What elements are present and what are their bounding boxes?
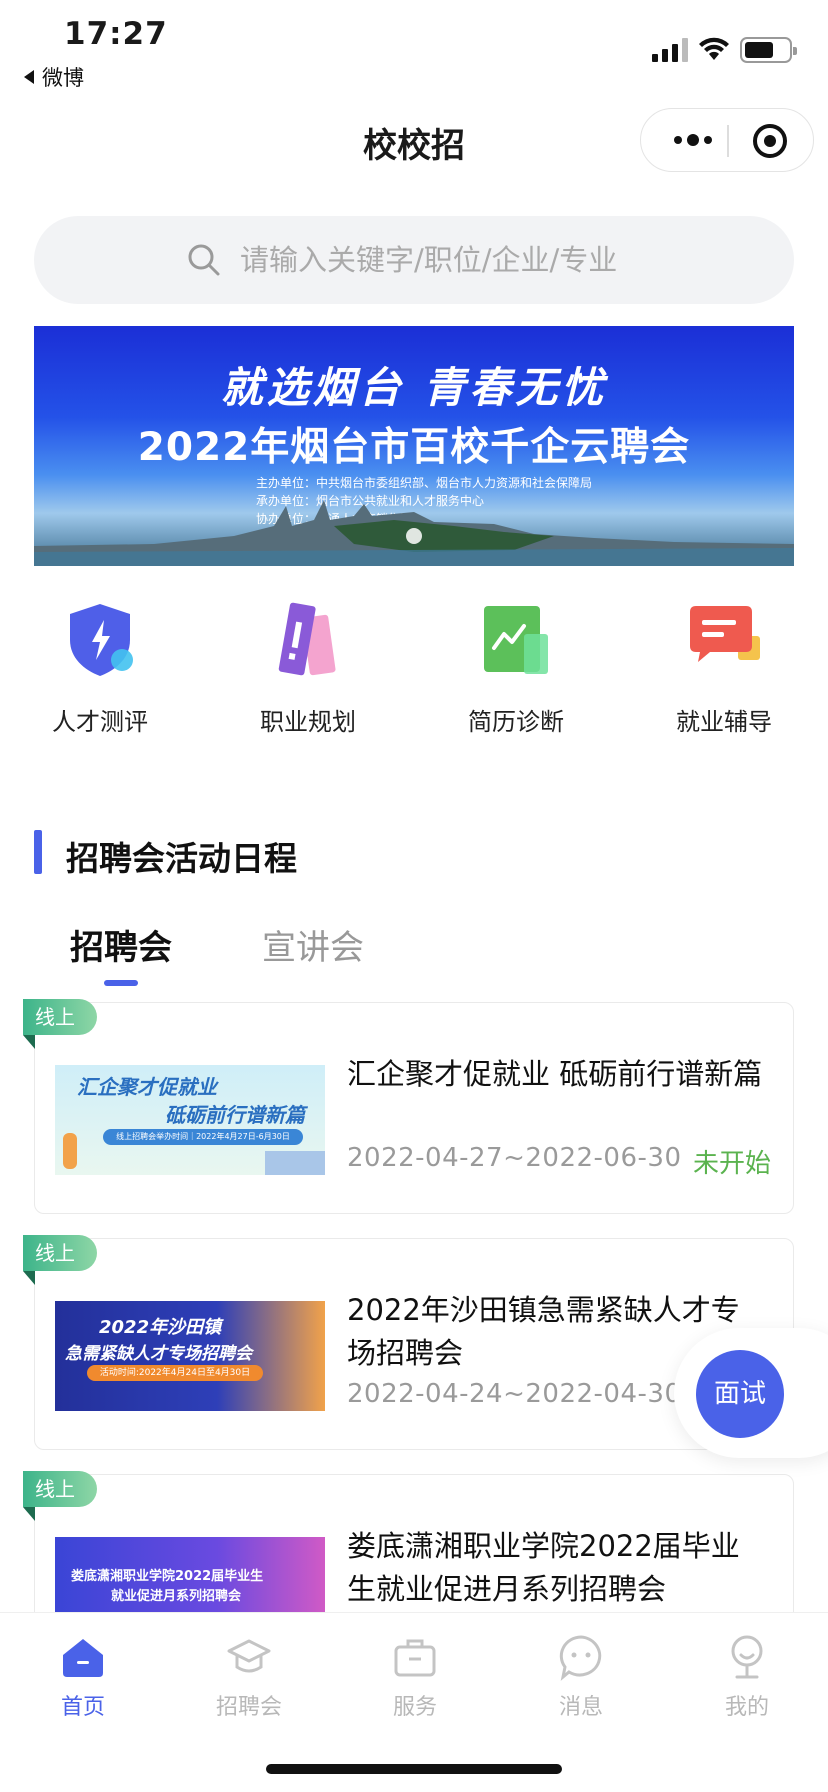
thumb-line: 活动时间:2022年4月24日至4月30日 (87, 1365, 263, 1381)
tabbar-item-home[interactable]: 首页 (0, 1623, 166, 1721)
interview-float-button[interactable]: 面试 (696, 1350, 784, 1438)
job-fair-card[interactable]: 线上 汇企聚才促就业 砥砺前行谱新篇 线上招聘会举办时间｜2022年4月27日-… (23, 999, 794, 1214)
thumb-line: 汇企聚才促就业 (77, 1075, 217, 1099)
quick-entry-label: 人才测评 (52, 708, 148, 736)
search-bar[interactable] (34, 216, 794, 304)
banner-page-dot[interactable] (406, 528, 422, 544)
tabbar-item-job-fair[interactable]: 招聘会 (166, 1623, 332, 1721)
tabbar-label: 招聘会 (215, 1695, 282, 1720)
quick-entry-career-plan[interactable]: 职业规划 (218, 600, 398, 737)
status-bar: 17:27 微博 (0, 0, 828, 92)
city-illustration (265, 1151, 325, 1175)
job-fair-thumbnail: 汇企聚才促就业 砥砺前行谱新篇 线上招聘会举办时间｜2022年4月27日-6月3… (55, 1065, 325, 1175)
home-indicator (266, 1764, 562, 1774)
person-illustration (63, 1133, 77, 1169)
tab-job-fair[interactable]: 招聘会 (70, 920, 172, 969)
quick-entry-label: 职业规划 (260, 708, 356, 736)
search-input[interactable] (240, 238, 720, 282)
more-options-icon[interactable] (663, 119, 723, 161)
shield-bolt-icon (62, 600, 138, 680)
job-fair-thumbnail: 2022年沙田镇 急需紧缺人才专场招聘会 活动时间:2022年4月24日至4月3… (55, 1301, 325, 1411)
thumb-line: 2022年沙田镇 (99, 1317, 222, 1338)
status-badge: 未开始 (692, 1149, 771, 1179)
job-fair-date: 2022-04-24~2022-04-30 (347, 1379, 682, 1409)
tabbar-item-messages[interactable]: 消息 (498, 1623, 664, 1721)
resume-chart-icon (478, 600, 554, 680)
quick-entry-talent-assessment[interactable]: 人才测评 (10, 600, 190, 737)
online-tag-label: 线上 (23, 1235, 97, 1271)
battery-icon (740, 37, 797, 63)
quick-entry-grid: 人才测评 职业规划 简历诊断 就业辅导 (0, 600, 828, 750)
section-accent-bar (34, 830, 42, 874)
tabbar-item-service[interactable]: 服务 (332, 1623, 498, 1721)
city-skyline-image (34, 500, 794, 566)
online-tag-label: 线上 (23, 999, 97, 1035)
status-time: 17:27 (64, 16, 168, 52)
tab-active-indicator (104, 980, 138, 986)
banner-slogan: 就选烟台 青春无忧 (220, 363, 608, 412)
job-fair-title: 娄底潇湘职业学院2022届毕业生就业促进月系列招聘会 (347, 1529, 740, 1606)
tab-info-session[interactable]: 宣讲会 (262, 920, 364, 969)
search-icon (188, 244, 220, 276)
capsule-divider (727, 125, 729, 157)
tabbar-label: 消息 (558, 1695, 603, 1720)
back-app-label: 微博 (42, 66, 84, 90)
message-bubble-icon (557, 1633, 605, 1681)
thumb-line: 娄底潇湘职业学院2022届毕业生 (71, 1569, 264, 1584)
career-plan-icon (270, 600, 346, 680)
job-fair-title: 汇企聚才促就业 砥砺前行谱新篇 (347, 1057, 763, 1091)
back-arrow-icon (24, 70, 34, 84)
graduation-cap-icon (225, 1633, 273, 1681)
thumb-line: 砥砺前行谱新篇 (165, 1103, 305, 1127)
quick-entry-label: 简历诊断 (468, 708, 564, 736)
wifi-icon (699, 37, 729, 60)
quick-entry-resume-diagnosis[interactable]: 简历诊断 (426, 600, 606, 737)
quick-entry-employment-guidance[interactable]: 就业辅导 (634, 600, 814, 737)
back-to-app-link[interactable]: 微博 (24, 62, 84, 92)
miniprogram-capsule (640, 108, 814, 172)
promo-banner[interactable]: 就选烟台 青春无忧 2022年烟台市百校千企云聘会 主办单位：中共烟台市委组织部… (34, 326, 794, 566)
quick-entry-label: 就业辅导 (676, 708, 772, 736)
tabbar-label: 首页 (60, 1695, 105, 1720)
job-fair-date: 2022-04-27~2022-06-30 (347, 1143, 682, 1173)
thumb-line: 线上招聘会举办时间｜2022年4月27日-6月30日 (103, 1129, 303, 1145)
user-icon (723, 1633, 771, 1681)
home-icon (59, 1633, 107, 1681)
online-tag-label: 线上 (23, 1471, 97, 1507)
thumb-line: 急需紧缺人才专场招聘会 (65, 1344, 252, 1364)
close-miniprogram-icon[interactable] (753, 124, 787, 158)
section-title: 招聘会活动日程 (66, 839, 297, 878)
banner-headline: 2022年烟台市百校千企云聘会 (137, 425, 691, 470)
chat-guide-icon (686, 600, 762, 680)
signal-icon (652, 38, 690, 62)
tabbar-label: 我的 (724, 1695, 769, 1720)
briefcase-icon (391, 1633, 439, 1681)
tabbar-label: 服务 (392, 1695, 437, 1720)
tabbar-item-profile[interactable]: 我的 (664, 1623, 828, 1721)
thumb-line: 就业促进月系列招聘会 (111, 1589, 242, 1604)
